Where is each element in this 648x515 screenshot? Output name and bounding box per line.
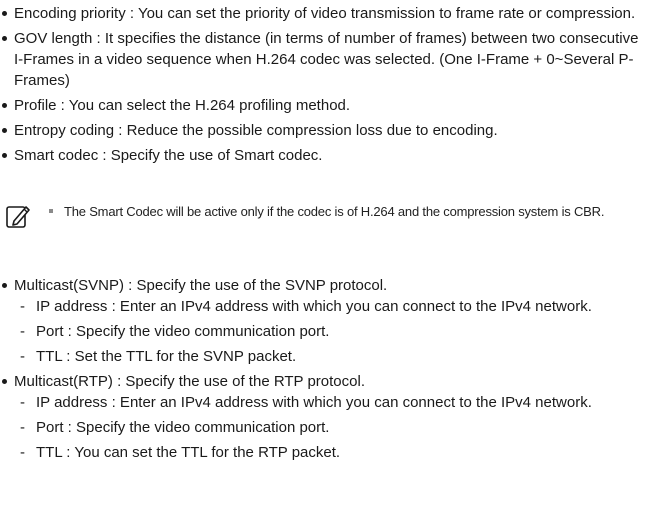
item-text: Multicast(RTP) : Specify the use of the … (14, 373, 365, 390)
item-text: Entropy coding : Reduce the possible com… (14, 122, 498, 139)
item-text: GOV length : It specifies the distance (… (14, 30, 639, 89)
item-text: Multicast(SVNP) : Specify the use of the… (14, 277, 388, 294)
list-item-multicast-svnp: Multicast(SVNP) : Specify the use of the… (0, 275, 640, 367)
sub-item-svnp-port: - Port : Specify the video communication… (14, 321, 640, 342)
dash-icon: - (20, 323, 25, 340)
bullet-icon (2, 103, 7, 108)
note-bullet-icon (49, 209, 53, 213)
list-item-entropy-coding: Entropy coding : Reduce the possible com… (0, 120, 640, 141)
list-item-smart-codec: Smart codec : Specify the use of Smart c… (0, 145, 640, 166)
manual-page: Encoding priority : You can set the prio… (0, 0, 648, 515)
multicast-settings-list: Multicast(SVNP) : Specify the use of the… (0, 275, 640, 467)
note-box: The Smart Codec will be active only if t… (0, 200, 640, 250)
note-text: The Smart Codec will be active only if t… (64, 204, 605, 219)
sub-item-svnp-ip-address: - IP address : Enter an IPv4 address wit… (14, 296, 640, 317)
sub-item-text: IP address : Enter an IPv4 address with … (36, 394, 592, 411)
rtp-sub-list: - IP address : Enter an IPv4 address wit… (14, 392, 640, 463)
sub-item-text: TTL : You can set the TTL for the RTP pa… (36, 444, 341, 461)
sub-item-rtp-ttl: - TTL : You can set the TTL for the RTP … (14, 442, 640, 463)
list-item-gov-length: GOV length : It specifies the distance (… (0, 28, 640, 91)
bullet-icon (2, 36, 7, 41)
sub-item-text: Port : Specify the video communication p… (36, 419, 330, 436)
item-text: Profile : You can select the H.264 profi… (14, 97, 351, 114)
list-item-profile: Profile : You can select the H.264 profi… (0, 95, 640, 116)
bullet-icon (2, 283, 7, 288)
svnp-sub-list: - IP address : Enter an IPv4 address wit… (14, 296, 640, 367)
bullet-icon (2, 379, 7, 384)
dash-icon: - (20, 419, 25, 436)
sub-item-text: Port : Specify the video communication p… (36, 323, 330, 340)
dash-icon: - (20, 444, 25, 461)
item-text: Encoding priority : You can set the prio… (14, 5, 636, 22)
list-item-encoding-priority: Encoding priority : You can set the prio… (0, 3, 640, 24)
item-text: Smart codec : Specify the use of Smart c… (14, 147, 323, 164)
dash-icon: - (20, 348, 25, 365)
sub-item-svnp-ttl: - TTL : Set the TTL for the SVNP packet. (14, 346, 640, 367)
codec-settings-list: Encoding priority : You can set the prio… (0, 3, 640, 170)
dash-icon: - (20, 394, 25, 411)
sub-item-text: TTL : Set the TTL for the SVNP packet. (36, 348, 297, 365)
sub-item-rtp-port: - Port : Specify the video communication… (14, 417, 640, 438)
sub-item-text: IP address : Enter an IPv4 address with … (36, 298, 592, 315)
list-item-multicast-rtp: Multicast(RTP) : Specify the use of the … (0, 371, 640, 463)
bullet-icon (2, 11, 7, 16)
bullet-icon (2, 128, 7, 133)
memo-pencil-icon (6, 206, 30, 228)
bullet-icon (2, 153, 7, 158)
dash-icon: - (20, 298, 25, 315)
sub-item-rtp-ip-address: - IP address : Enter an IPv4 address wit… (14, 392, 640, 413)
